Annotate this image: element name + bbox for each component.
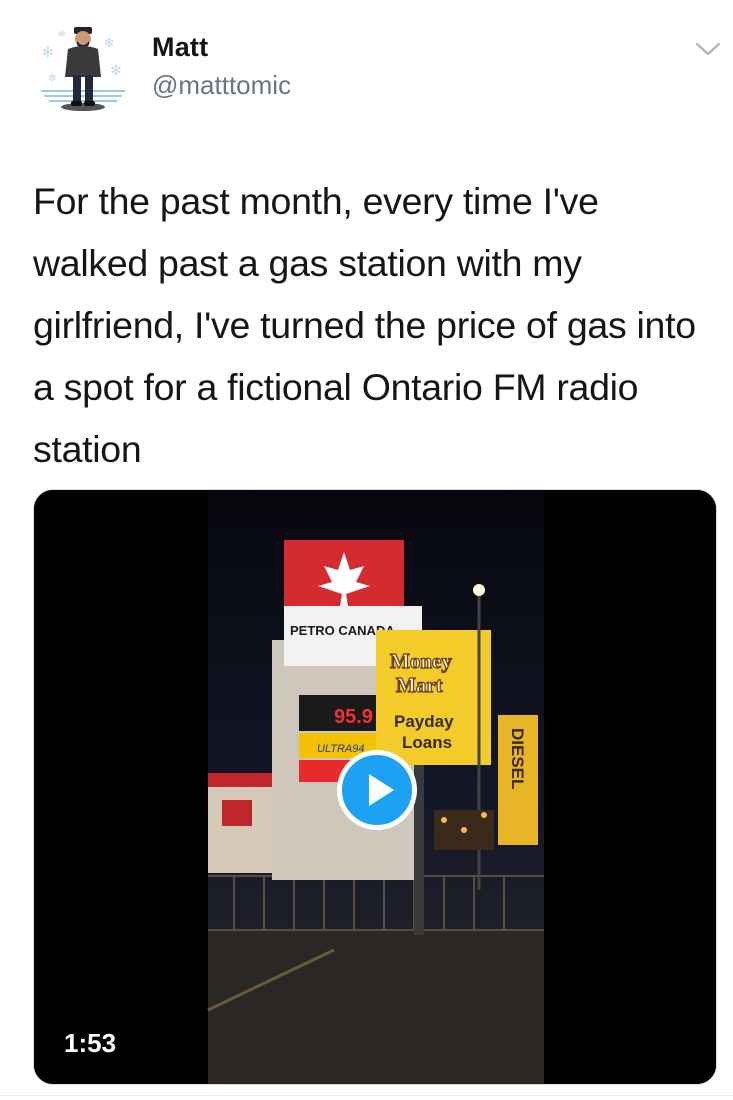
author-name[interactable]: Matt xyxy=(152,32,208,63)
video-duration: 1:53 xyxy=(50,1018,131,1068)
sign-loans: Loans xyxy=(402,733,452,752)
play-icon xyxy=(369,774,394,806)
sign-payday: Payday xyxy=(394,712,454,731)
sign-price: 95.9 xyxy=(334,706,373,728)
svg-text:✻: ✻ xyxy=(58,30,66,40)
avatar[interactable]: ✻ ✻ ✻ ✻ ✻ xyxy=(34,17,132,115)
sign-money: Money xyxy=(390,649,452,673)
video-player[interactable]: PETRO CANADA 95.9 ULTRA94 Money Mart Pay… xyxy=(33,489,717,1085)
sign-mart: Mart xyxy=(396,673,443,697)
play-button[interactable] xyxy=(337,750,417,830)
avatar-image: ✻ ✻ ✻ ✻ ✻ xyxy=(34,17,132,115)
author-handle[interactable]: @matttomic xyxy=(152,70,291,101)
svg-text:✻: ✻ xyxy=(48,73,56,84)
tweet-header: ✻ ✻ ✻ ✻ ✻ Matt @matttomic xyxy=(0,0,733,140)
svg-text:✻: ✻ xyxy=(104,36,114,50)
svg-text:✻: ✻ xyxy=(42,45,54,61)
tweet-text: For the past month, every time I've walk… xyxy=(33,180,696,470)
sign-grade: ULTRA94 xyxy=(317,743,364,755)
svg-text:✻: ✻ xyxy=(110,63,122,79)
chevron-down-icon[interactable] xyxy=(693,38,723,60)
sign-diesel: DIESEL xyxy=(508,728,527,789)
divider xyxy=(0,1095,733,1096)
